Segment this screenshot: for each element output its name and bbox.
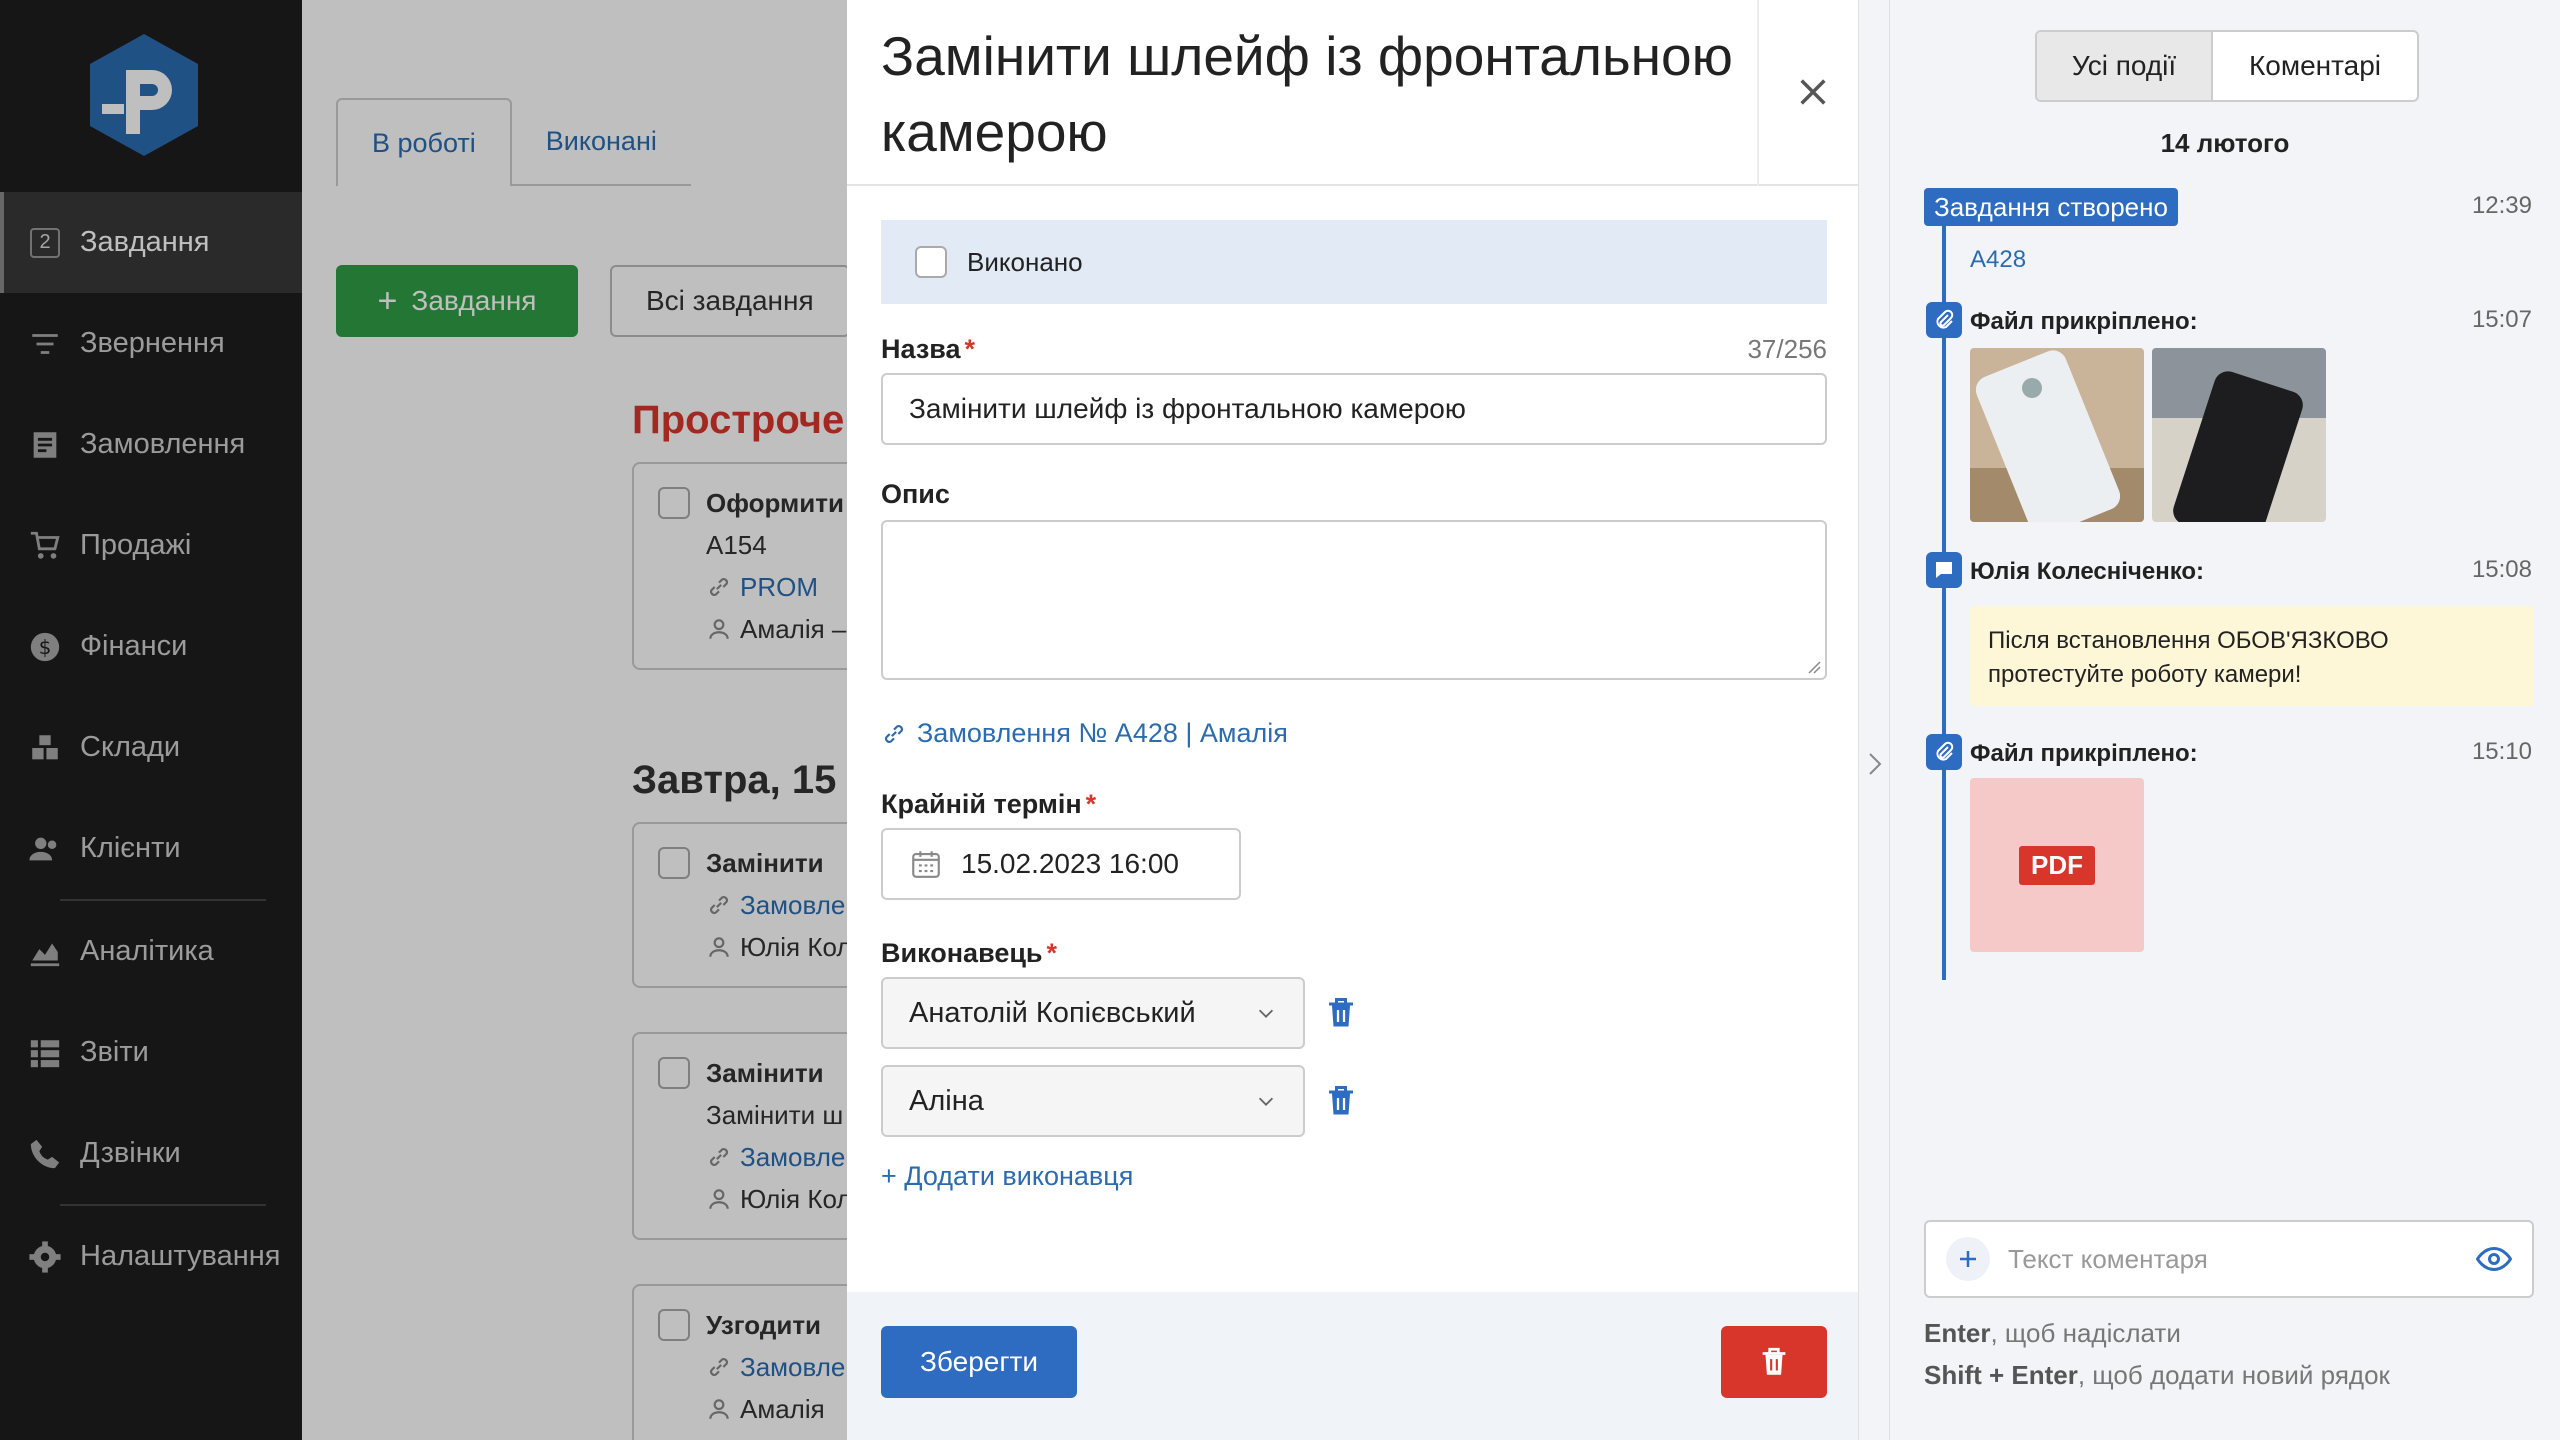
executor-select[interactable]: Аліна xyxy=(881,1065,1305,1137)
paperclip-icon xyxy=(1926,302,1962,338)
plus-icon xyxy=(1960,1251,1976,1267)
tab-comments[interactable]: Коментарі xyxy=(2213,32,2417,100)
attachment-photo-thumbnail[interactable] xyxy=(2152,348,2326,522)
event-order-link[interactable]: A428 xyxy=(1970,246,2026,274)
events-filter-toggle: Усі події Коментарі xyxy=(2035,30,2419,102)
order-link-text: Замовлення № A428 | Амалія xyxy=(917,718,1288,748)
send-hint: Enter, щоб надіслати xyxy=(1924,1318,2181,1349)
delete-button[interactable] xyxy=(1721,1326,1827,1398)
close-button[interactable] xyxy=(1785,64,1841,120)
hint-text: , щоб надіслати xyxy=(1990,1318,2181,1348)
paperclip-icon xyxy=(1926,734,1962,770)
deadline-input[interactable]: 15.02.2023 16:00 xyxy=(881,828,1241,900)
modal-title: Замінити шлейф із фронтальною камерою xyxy=(881,25,1733,163)
name-char-counter: 37/256 xyxy=(1747,334,1827,364)
comment-placeholder: Текст коментаря xyxy=(2008,1243,2208,1274)
trash-icon xyxy=(1762,1347,1786,1375)
executor-label-text: Виконавець xyxy=(881,938,1043,968)
calendar-icon xyxy=(912,851,940,878)
event-file-label: Файл прикріплено: xyxy=(1970,308,2198,335)
event-time: 12:39 xyxy=(2471,192,2532,219)
add-attachment-button[interactable] xyxy=(1946,1237,1990,1281)
done-checkbox[interactable] xyxy=(915,246,947,278)
remove-executor-trash-icon[interactable] xyxy=(1323,1083,1359,1119)
header-divider xyxy=(1757,0,1759,186)
attachment-pdf[interactable]: PDF xyxy=(1970,778,2144,952)
event-time: 15:07 xyxy=(2471,306,2532,333)
modal-header: Замінити шлейф із фронтальною камерою xyxy=(847,0,1858,186)
executor-row: Анатолій Копієвський xyxy=(881,977,1827,1049)
comment-text: Після встановлення ОБОВ'ЯЗКОВО протестуй… xyxy=(1970,606,2534,706)
hint-key: Shift + Enter xyxy=(1924,1360,2078,1390)
deadline-field-label: Крайній термін * xyxy=(881,789,1827,820)
event-file-label: Файл прикріплено: xyxy=(1970,740,2198,767)
chevron-down-icon xyxy=(1258,1009,1274,1018)
event-created-badge: Завдання створено xyxy=(1924,188,2178,226)
executor-selected-value: Аліна xyxy=(909,1084,984,1117)
attachment-photo-thumbnail[interactable] xyxy=(1970,348,2144,522)
add-executor-link[interactable]: + Додати виконавця xyxy=(881,1161,1827,1192)
done-label: Виконано xyxy=(967,246,1083,277)
executor-selected-value: Анатолій Копієвський xyxy=(909,996,1196,1029)
task-edit-modal: Замінити шлейф із фронтальною камерою Ви… xyxy=(847,0,1858,1440)
description-textarea[interactable] xyxy=(881,520,1827,680)
hint-text: , щоб додати новий рядок xyxy=(2077,1360,2390,1390)
event-time: 15:10 xyxy=(2471,738,2532,765)
required-marker: * xyxy=(1085,789,1097,819)
remove-executor-trash-icon[interactable] xyxy=(1323,995,1359,1031)
newline-hint: Shift + Enter, щоб додати новий рядок xyxy=(1924,1360,2390,1391)
chevron-right-icon xyxy=(1869,753,1882,775)
executor-select[interactable]: Анатолій Копієвський xyxy=(881,977,1305,1049)
executor-row: Аліна xyxy=(881,1065,1827,1137)
tab-all-events[interactable]: Усі події xyxy=(2037,32,2213,100)
name-field-label: Назва * 37/256 xyxy=(881,334,1827,365)
events-panel: Усі події Коментарі 14 лютого Завдання с… xyxy=(1890,0,2560,1440)
desc-field-label: Опис xyxy=(881,479,1827,510)
eye-icon[interactable] xyxy=(2476,1241,2512,1277)
required-marker: * xyxy=(1046,938,1058,968)
desc-label-text: Опис xyxy=(881,479,950,509)
order-link[interactable]: Замовлення № A428 | Амалія xyxy=(881,718,1827,749)
modal-body: Виконано Назва * 37/256 Замінити шлейф із… xyxy=(881,220,1827,1192)
chevron-down-icon xyxy=(1258,1097,1274,1106)
deadline-value: 15.02.2023 16:00 xyxy=(961,848,1179,879)
done-toggle[interactable]: Виконано xyxy=(881,220,1827,304)
comment-input[interactable]: Текст коментаря xyxy=(1924,1220,2534,1298)
modal-footer: Зберегти xyxy=(847,1292,1858,1440)
close-icon xyxy=(1800,79,1826,105)
required-marker: * xyxy=(964,334,976,364)
executor-field-label: Виконавець * xyxy=(881,938,1827,969)
event-time: 15:08 xyxy=(2471,556,2532,583)
pdf-file-icon: PDF xyxy=(2019,845,2095,885)
save-button[interactable]: Зберегти xyxy=(881,1326,1077,1398)
comment-icon xyxy=(1926,552,1962,588)
link-icon xyxy=(885,724,903,743)
resize-handle-icon[interactable] xyxy=(1805,658,1821,674)
deadline-label-text: Крайній термін xyxy=(881,789,1082,819)
hint-key: Enter xyxy=(1924,1318,1991,1348)
timeline-date: 14 лютого xyxy=(2160,128,2290,158)
panel-collapse-strip[interactable] xyxy=(1858,0,1890,1440)
name-label-text: Назва xyxy=(881,334,961,364)
event-comment-author: Юлія Колесніченко: xyxy=(1970,558,2205,585)
task-name-input[interactable]: Замінити шлейф із фронтальною камерою xyxy=(881,373,1827,445)
